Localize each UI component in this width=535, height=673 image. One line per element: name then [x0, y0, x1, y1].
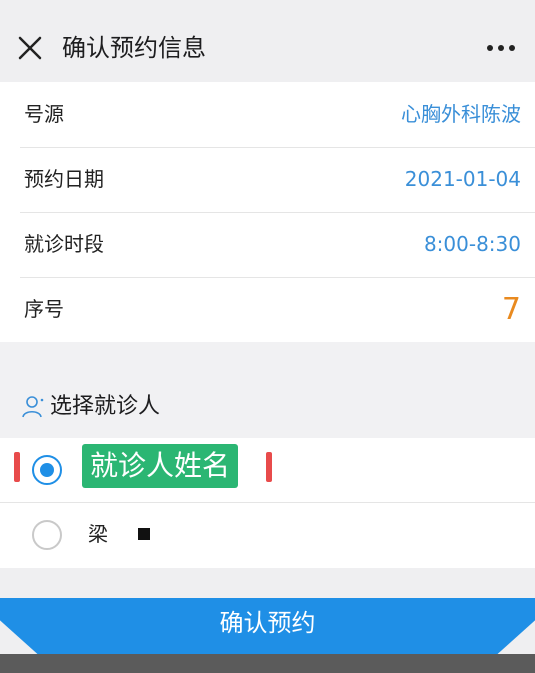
patient-option[interactable]: 梁: [0, 502, 535, 566]
more-button[interactable]: [481, 30, 521, 66]
annotation-bracket-left: [14, 452, 20, 482]
radio-selected[interactable]: [32, 455, 62, 485]
time-slot-row: 就诊时段 8:00-8:30: [0, 212, 535, 277]
sequence-row: 序号 7: [0, 277, 535, 342]
confirm-appointment-label: 确认预约: [219, 609, 316, 637]
bottom-bar: [0, 654, 535, 673]
time-slot-label: 就诊时段: [24, 232, 104, 256]
source-label: 号源: [24, 102, 64, 126]
select-patient-title: 选择就诊人: [50, 394, 161, 419]
date-value: 2021-01-04: [404, 167, 521, 191]
radio-unselected[interactable]: [32, 520, 62, 550]
time-slot-value: 8:00-8:30: [423, 232, 521, 256]
close-button[interactable]: [12, 30, 48, 66]
annotation-bracket-right: [266, 452, 272, 482]
top-bar: 确认预约信息: [0, 0, 535, 90]
page-title: 确认预约信息: [62, 34, 206, 62]
sequence-label: 序号: [24, 297, 64, 321]
source-value: 心胸外科陈波: [401, 102, 521, 126]
date-label: 预约日期: [24, 167, 104, 191]
more-icon: [487, 45, 515, 51]
sequence-value: 7: [501, 292, 521, 327]
redaction-mark: [138, 528, 150, 540]
patient-name-highlighted: 就诊人姓名: [82, 444, 239, 488]
close-icon: [18, 36, 42, 60]
confirm-appointment-button[interactable]: 确认预约: [0, 598, 535, 654]
date-row: 预约日期 2021-01-04: [0, 147, 535, 212]
appointment-info-card: 号源 心胸外科陈波 预约日期 2021-01-04 就诊时段 8:00-8:30…: [0, 82, 535, 342]
patient-name: 梁: [88, 522, 108, 546]
person-icon: [22, 396, 44, 418]
source-row: 号源 心胸外科陈波: [0, 82, 535, 147]
